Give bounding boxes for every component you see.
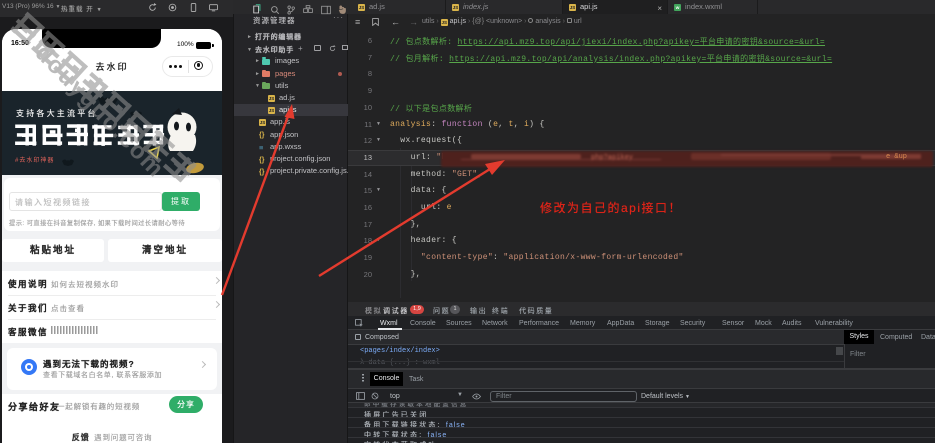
svg-text:douyguo.com: douyguo.com — [30, 39, 170, 183]
